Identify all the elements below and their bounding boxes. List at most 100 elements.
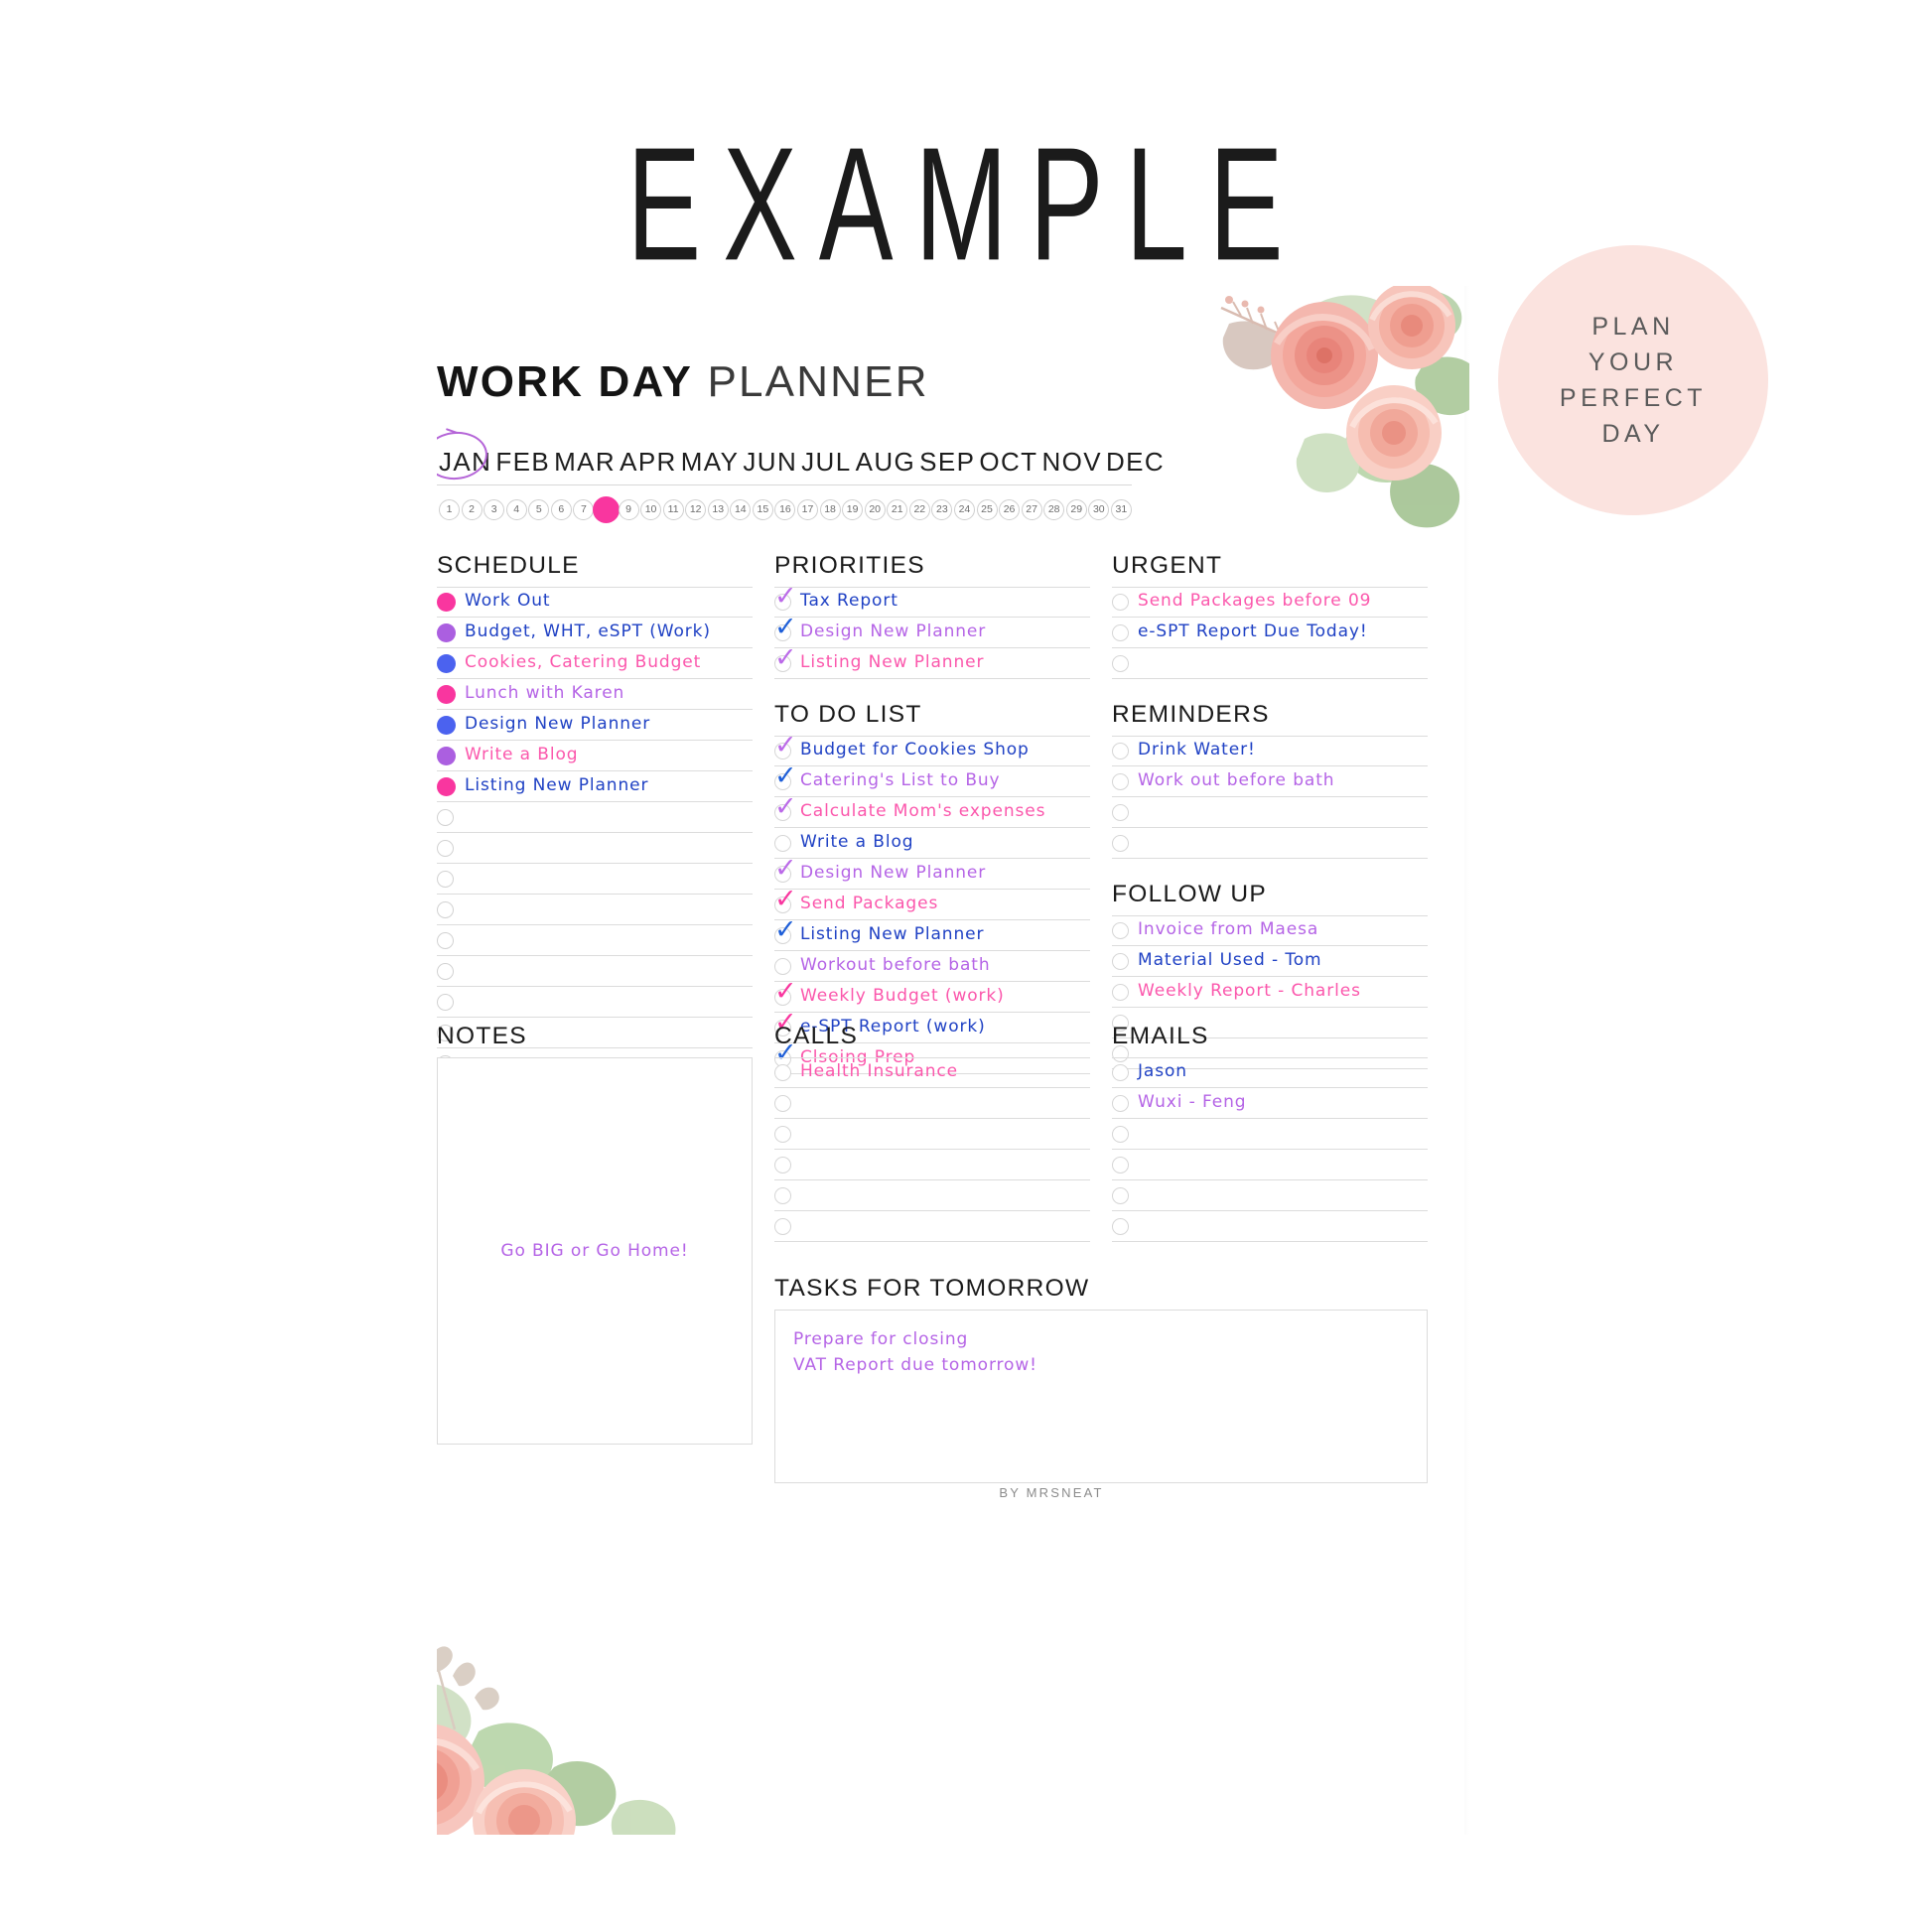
list-item[interactable]: e-SPT Report Due Today! xyxy=(1112,618,1428,648)
month-dec[interactable]: DEC xyxy=(1104,443,1167,482)
day-26[interactable]: 26 xyxy=(999,499,1021,520)
checkbox[interactable]: ✓ xyxy=(774,583,797,611)
list-item[interactable]: Write a Blog xyxy=(437,741,753,771)
checkbox[interactable] xyxy=(774,1125,791,1143)
day-20[interactable]: 20 xyxy=(864,499,886,520)
checkbox[interactable] xyxy=(774,1186,791,1204)
day-2[interactable]: 2 xyxy=(461,499,483,520)
day-7[interactable]: 7 xyxy=(573,499,595,520)
list-item[interactable]: ✓ Weekly Budget (work) xyxy=(774,978,1090,1013)
checkbox[interactable]: ✓ xyxy=(774,793,797,821)
day-21[interactable]: 21 xyxy=(887,499,908,520)
checkbox[interactable] xyxy=(774,1064,791,1081)
month-oct[interactable]: OCT xyxy=(977,443,1039,482)
list-item[interactable] xyxy=(1112,1211,1428,1242)
day-6[interactable]: 6 xyxy=(550,499,572,520)
list-item[interactable]: Lunch with Karen xyxy=(437,679,753,710)
day-11[interactable]: 11 xyxy=(662,499,684,520)
month-jul[interactable]: JUL xyxy=(799,443,853,482)
list-item[interactable] xyxy=(774,1119,1090,1150)
day-8[interactable]: 8 xyxy=(592,496,620,523)
reminders-list[interactable]: Drink Water! Work out before bath xyxy=(1112,736,1428,859)
list-item[interactable]: Send Packages before 09 xyxy=(1112,587,1428,618)
day-selector[interactable]: 1234567891011121314151617181920212223242… xyxy=(439,496,1132,523)
list-item[interactable] xyxy=(437,833,753,864)
list-item[interactable]: ✓ Budget for Cookies Shop xyxy=(774,732,1090,766)
day-10[interactable]: 10 xyxy=(640,499,662,520)
day-1[interactable]: 1 xyxy=(439,499,460,520)
list-item[interactable]: Weekly Report - Charles xyxy=(1112,977,1428,1008)
checkbox[interactable] xyxy=(1112,1094,1129,1112)
list-item[interactable] xyxy=(437,925,753,956)
list-item[interactable] xyxy=(774,1088,1090,1119)
day-15[interactable]: 15 xyxy=(752,499,773,520)
checkbox[interactable] xyxy=(774,957,791,975)
list-item[interactable]: Wuxi - Feng xyxy=(1112,1088,1428,1119)
checkbox[interactable]: ✓ xyxy=(774,644,797,672)
list-item[interactable] xyxy=(774,1180,1090,1211)
list-item[interactable]: Material Used - Tom xyxy=(1112,946,1428,977)
month-jun[interactable]: JUN xyxy=(741,443,799,482)
list-item[interactable]: ✓ Catering's List to Buy xyxy=(774,762,1090,797)
checkbox[interactable] xyxy=(1112,834,1129,852)
day-4[interactable]: 4 xyxy=(505,499,527,520)
checkbox[interactable] xyxy=(1112,1186,1129,1204)
emails-list[interactable]: Jason Wuxi - Feng xyxy=(1112,1057,1428,1242)
list-item[interactable]: Cookies, Catering Budget xyxy=(437,648,753,679)
list-item[interactable]: ✓ Calculate Mom's expenses xyxy=(774,793,1090,828)
list-item[interactable]: Design New Planner xyxy=(437,710,753,741)
day-12[interactable]: 12 xyxy=(685,499,707,520)
checkbox[interactable]: ✓ xyxy=(774,916,797,944)
list-item[interactable]: Work Out xyxy=(437,587,753,618)
list-item[interactable]: ✓ Tax Report xyxy=(774,583,1090,618)
priorities-list[interactable]: ✓ Tax Report ✓ Design New Planner ✓ Listing N… xyxy=(774,583,1090,679)
month-apr[interactable]: APR xyxy=(618,443,679,482)
checkbox[interactable] xyxy=(1112,1156,1129,1173)
month-may[interactable]: MAY xyxy=(679,443,742,482)
list-item[interactable] xyxy=(1112,1150,1428,1180)
month-selector[interactable]: JAN FEB MAR APR MAY JUN JUL AUG SEP OCT NOV DEC xyxy=(437,429,1164,483)
month-nov[interactable]: NOV xyxy=(1039,443,1104,482)
day-30[interactable]: 30 xyxy=(1088,499,1110,520)
list-item[interactable]: Listing New Planner xyxy=(437,771,753,802)
list-item[interactable]: Jason xyxy=(1112,1057,1428,1088)
checkbox[interactable] xyxy=(1112,1217,1129,1235)
list-item[interactable]: ✓ Design New Planner xyxy=(774,614,1090,648)
day-23[interactable]: 23 xyxy=(931,499,953,520)
day-19[interactable]: 19 xyxy=(842,499,864,520)
checkbox[interactable] xyxy=(1112,1064,1129,1081)
day-3[interactable]: 3 xyxy=(483,499,505,520)
list-item[interactable]: Work out before bath xyxy=(1112,766,1428,797)
checkbox[interactable] xyxy=(774,1094,791,1112)
list-item[interactable]: ✓ Listing New Planner xyxy=(774,916,1090,951)
day-13[interactable]: 13 xyxy=(707,499,729,520)
day-31[interactable]: 31 xyxy=(1110,499,1132,520)
list-item[interactable] xyxy=(437,895,753,925)
checkbox[interactable]: ✓ xyxy=(774,614,797,641)
day-16[interactable]: 16 xyxy=(774,499,796,520)
day-5[interactable]: 5 xyxy=(528,499,550,520)
checkbox[interactable] xyxy=(1112,623,1129,641)
checkbox[interactable] xyxy=(774,1217,791,1235)
checkbox[interactable] xyxy=(774,1156,791,1173)
month-mar[interactable]: MAR xyxy=(552,443,618,482)
list-item[interactable]: Workout before bath xyxy=(774,951,1090,982)
notes-box[interactable]: Go BIG or Go Home! xyxy=(437,1057,753,1445)
checkbox[interactable] xyxy=(1112,952,1129,970)
checkbox[interactable]: ✓ xyxy=(774,762,797,790)
list-item[interactable]: Budget, WHT, eSPT (Work) xyxy=(437,618,753,648)
checkbox[interactable] xyxy=(1112,803,1129,821)
day-22[interactable]: 22 xyxy=(908,499,930,520)
month-sep[interactable]: SEP xyxy=(917,443,977,482)
checkbox[interactable] xyxy=(1112,1125,1129,1143)
list-item[interactable] xyxy=(437,956,753,987)
day-9[interactable]: 9 xyxy=(618,499,639,520)
list-item[interactable] xyxy=(1112,648,1428,679)
day-14[interactable]: 14 xyxy=(730,499,752,520)
month-aug[interactable]: AUG xyxy=(854,443,918,482)
day-17[interactable]: 17 xyxy=(797,499,818,520)
checkbox[interactable] xyxy=(1112,743,1129,759)
month-feb[interactable]: FEB xyxy=(493,443,552,482)
list-item[interactable]: Health Insurance xyxy=(774,1057,1090,1088)
list-item[interactable]: ✓ Design New Planner xyxy=(774,855,1090,890)
